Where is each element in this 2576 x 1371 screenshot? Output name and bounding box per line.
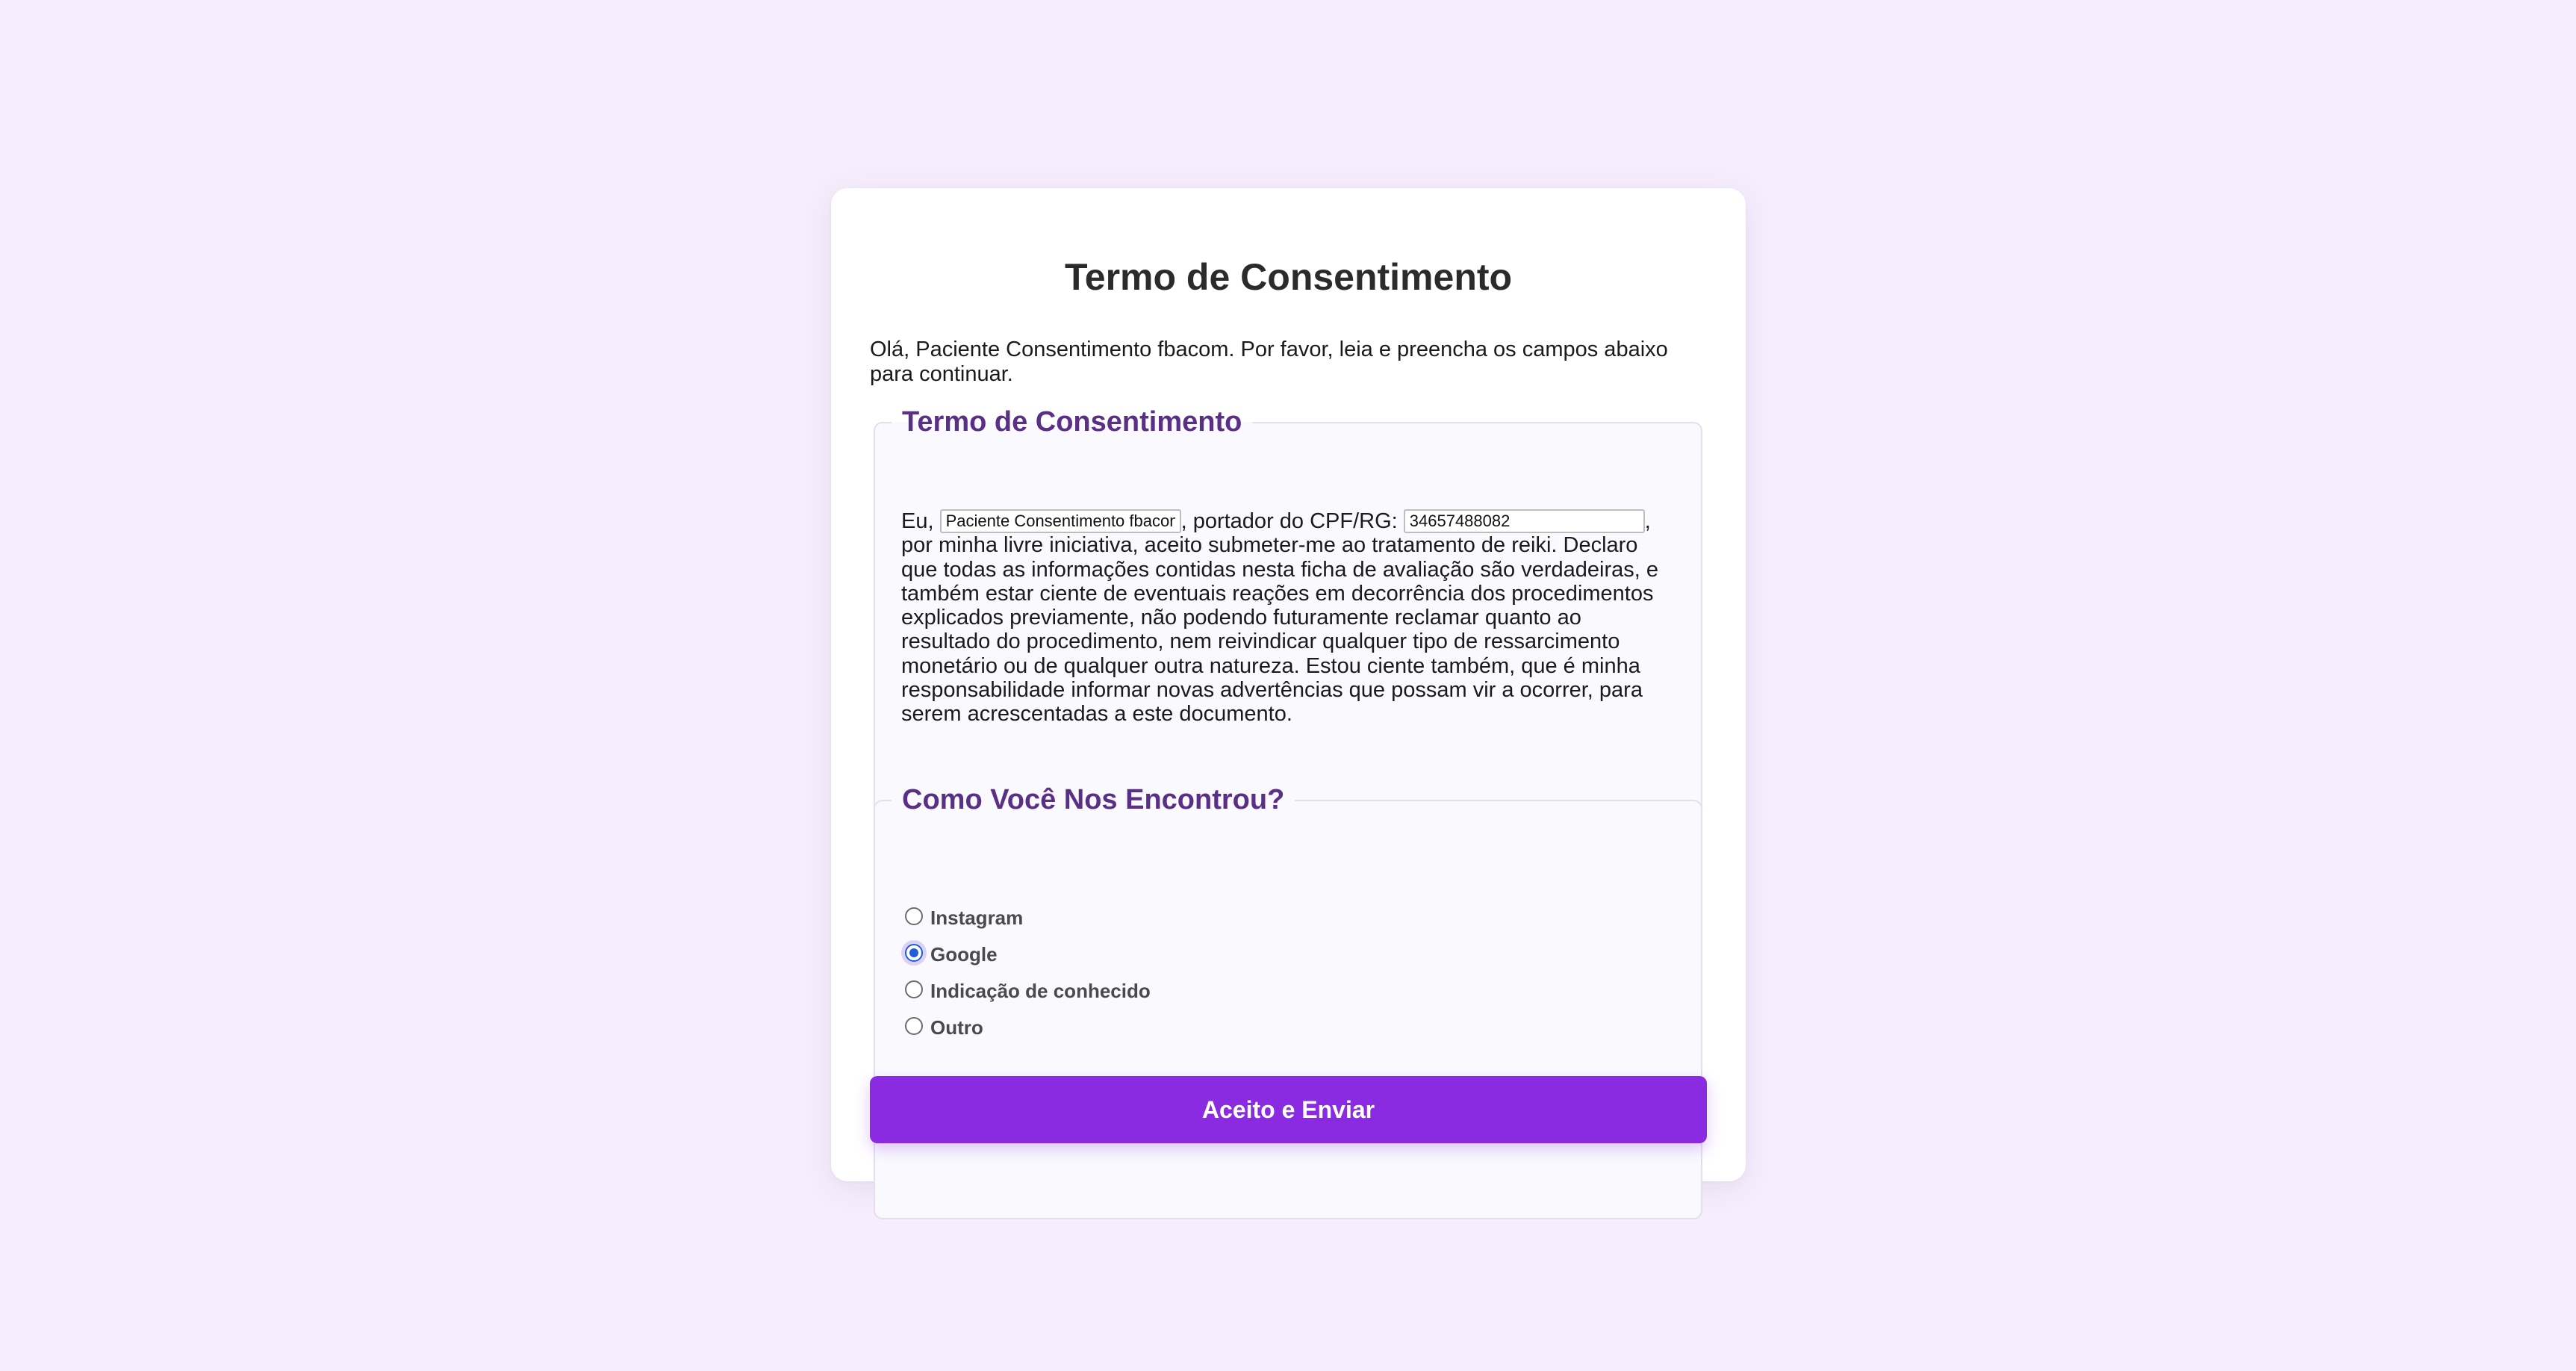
option-label: Google xyxy=(930,943,998,966)
option-google[interactable]: Google xyxy=(905,936,1151,973)
source-legend: Como Você Nos Encontrou? xyxy=(902,784,1285,815)
name-input[interactable] xyxy=(939,509,1181,533)
option-label: Outro xyxy=(930,1016,983,1039)
option-label: Instagram xyxy=(930,907,1024,929)
radio-google[interactable] xyxy=(905,943,923,962)
option-outro[interactable]: Outro xyxy=(905,1010,1151,1046)
option-label: Indicação de conhecido xyxy=(930,980,1151,1002)
terms-body: , por minha livre iniciativa, aceito sub… xyxy=(901,509,1659,727)
terms-text: Eu, , portador do CPF/RG: , por minha li… xyxy=(901,509,1675,727)
page-title: Termo de Consentimento xyxy=(1064,256,1513,298)
cpf-input[interactable] xyxy=(1403,509,1645,533)
terms-legend: Termo de Consentimento xyxy=(902,406,1242,438)
source-options: Instagram Google Indicação de conhecido … xyxy=(905,900,1151,1046)
source-fieldset: Como Você Nos Encontrou? Instagram Googl… xyxy=(874,784,1702,1219)
option-indicacao[interactable]: Indicação de conhecido xyxy=(905,973,1151,1010)
radio-indicacao[interactable] xyxy=(905,980,923,998)
consent-card: Termo de Consentimento Olá, Paciente Con… xyxy=(831,188,1746,1219)
submit-button[interactable]: Aceito e Enviar xyxy=(870,1076,1707,1143)
terms-middle: , portador do CPF/RG: xyxy=(1180,509,1404,533)
terms-prefix: Eu, xyxy=(901,509,940,533)
option-instagram[interactable]: Instagram xyxy=(905,900,1151,936)
radio-outro[interactable] xyxy=(905,1016,923,1035)
intro-text: Olá, Paciente Consentimento fbacom. Por … xyxy=(870,338,1668,386)
radio-instagram[interactable] xyxy=(905,907,923,925)
